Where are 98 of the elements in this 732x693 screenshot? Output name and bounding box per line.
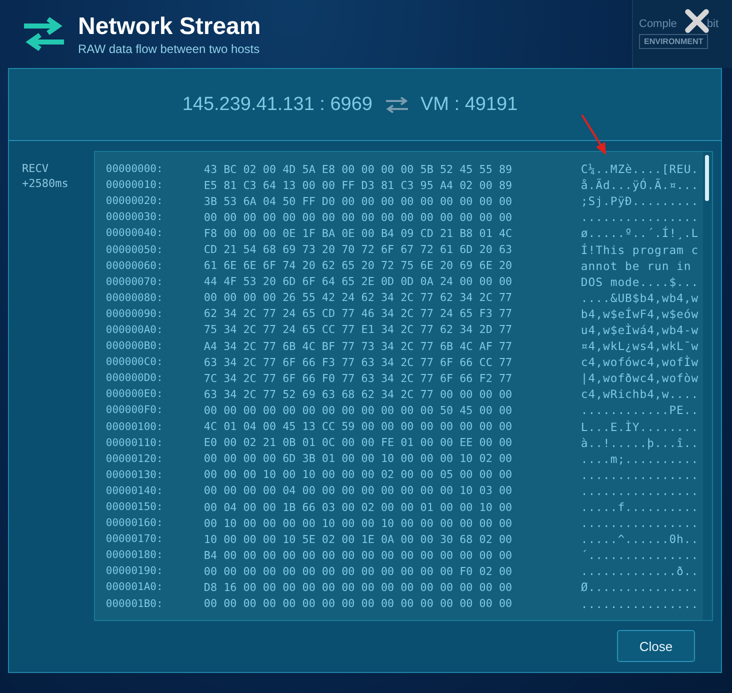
hex-bytes: 63 34 2C 77 52 69 63 68 62 34 2C 77 00 00 00 00 <box>204 388 514 401</box>
background-caption: bit <box>706 18 719 30</box>
scrollbar[interactable] <box>703 152 712 620</box>
ascii-text: ............PE.. <box>580 403 699 418</box>
hex-address: 000000A0: <box>106 324 164 336</box>
ascii-text: annot be run in <box>580 258 692 273</box>
packet-direction: RECV <box>22 161 50 176</box>
ascii-text: c4,wRichb4,w.... <box>580 387 699 402</box>
ascii-text: à..!.....þ...î.. <box>580 436 699 450</box>
ascii-text: .....f.......... <box>580 500 699 514</box>
hex-address: 00000130: <box>106 468 164 481</box>
hex-address: 00000050: <box>106 244 164 256</box>
hex-address: 00000140: <box>106 484 164 497</box>
destination-host: VM : 49191 <box>420 94 518 116</box>
hex-address: 00000110: <box>106 436 164 449</box>
swap-arrows-icon <box>22 16 66 52</box>
source-host: 145.239.41.131 : 6969 <box>182 94 372 116</box>
ascii-text: .............ð.. <box>580 564 699 578</box>
hex-address: 00000040: <box>106 227 164 240</box>
hex-bytes: 61 6E 6E 6F 74 20 62 65 20 72 75 6E 20 69 6E 20 <box>204 259 514 272</box>
hex-bytes: 00 00 00 00 00 00 00 00 00 00 00 00 00 F0 02 00 <box>204 564 514 578</box>
ascii-text: c4,wofówc4,wofÌw <box>580 355 699 370</box>
hex-address: 00000010: <box>106 179 164 192</box>
hex-address: 000000C0: <box>106 356 164 368</box>
background-caption: Comple <box>639 18 677 30</box>
ascii-text: |4,wofðwc4,wofòw <box>580 371 699 386</box>
scroll-thumb[interactable] <box>705 155 709 201</box>
hex-address: 00000070: <box>106 276 164 288</box>
ascii-text: ....m;.......... <box>580 452 699 466</box>
hex-address: 00000090: <box>106 308 164 320</box>
hex-address: 00000160: <box>106 517 164 530</box>
ascii-text: ................ <box>580 468 699 482</box>
hex-address: 000000E0: <box>106 388 164 400</box>
hex-bytes: D8 16 00 00 00 00 00 00 00 00 00 00 00 00 00 00 <box>204 580 514 594</box>
ascii-text: ................ <box>580 210 699 224</box>
hex-address: 000001B0: <box>106 598 164 610</box>
hex-bytes: 44 4F 53 20 6D 6F 64 65 2E 0D 0D 0A 24 00 00 00 <box>204 275 514 288</box>
hex-bytes: 00 00 00 00 00 00 00 00 00 00 00 00 00 00 00 00 <box>204 210 514 224</box>
hex-bytes: 00 00 00 00 6D 3B 01 00 00 10 00 00 00 10 02 00 <box>204 452 514 466</box>
ascii-text: u4,w$eÌwá4,wb4-w <box>580 322 699 337</box>
hex-bytes: 63 34 2C 77 6F 66 F3 77 63 34 2C 77 6F 66 CC 77 <box>204 356 514 369</box>
hex-bytes: A4 34 2C 77 6B 4C BF 77 73 34 2C 77 6B 4C AF 77 <box>204 340 514 353</box>
hex-address: 00000020: <box>106 195 164 208</box>
hex-address: 00000120: <box>106 452 164 465</box>
hex-address: 00000060: <box>106 260 164 272</box>
ascii-text: å.Ãd...ÿÓ.Ã.¤... <box>580 178 699 192</box>
hex-bytes: CD 21 54 68 69 73 20 70 72 6F 67 72 61 6D 20 63 <box>204 243 514 256</box>
hex-bytes: 43 BC 02 00 4D 5A E8 00 00 00 00 5B 52 45 55 89 <box>204 162 514 176</box>
hex-bytes: 00 04 00 00 1B 66 03 00 02 00 00 01 00 00 10 00 <box>204 500 514 514</box>
hex-bytes: 75 34 2C 77 24 65 CC 77 E1 34 2C 77 62 34 2D 77 <box>204 323 514 336</box>
hex-bytes: 00 00 00 00 26 55 42 24 62 34 2C 77 62 34 2C 77 <box>204 291 514 304</box>
hex-bytes: 7C 34 2C 77 6F 66 F0 77 63 34 2C 77 6F 66 F2 77 <box>204 372 514 385</box>
hex-bytes: 00 00 00 00 00 00 00 00 00 00 00 00 50 45 00 00 <box>204 404 514 417</box>
ascii-text: L...E.ÌY........ <box>580 420 699 434</box>
hex-bytes: 3B 53 6A 04 50 FF D0 00 00 00 00 00 00 00 00 00 <box>204 194 514 208</box>
ascii-text: Í!This program c <box>580 242 699 257</box>
hex-address: 00000030: <box>106 211 164 224</box>
hex-bytes: 00 00 00 00 00 00 00 00 00 00 00 00 00 00 00 00 <box>204 597 514 610</box>
hex-bytes: E5 81 C3 64 13 00 00 FF D3 81 C3 95 A4 02 00 89 <box>204 178 514 192</box>
hex-address: 00000150: <box>106 501 164 514</box>
ascii-text: DOS mode....$... <box>580 274 699 289</box>
ascii-text: ................ <box>580 516 699 530</box>
hex-address: 00000000: <box>106 163 164 176</box>
hex-bytes: F8 00 00 00 0E 1F BA 0E 00 B4 09 CD 21 B8 01 4C <box>204 226 514 240</box>
environment-tag: ENVIRONMENT <box>639 34 708 49</box>
ascii-text: ;Sj.PÿÐ......... <box>580 194 699 208</box>
ascii-text: ø.....º..´.Í!¸.L <box>580 226 699 240</box>
hex-bytes: 62 34 2C 77 24 65 CD 77 46 34 2C 77 24 65 F3 77 <box>204 307 514 320</box>
hex-bytes: 10 00 00 00 10 5E 02 00 1E 0A 00 00 30 68 02 00 <box>204 532 514 546</box>
hex-bytes: E0 00 02 21 0B 01 0C 00 00 FE 01 00 00 EE 00 00 <box>204 436 514 450</box>
hex-address: 000001A0: <box>106 581 164 594</box>
swap-arrows-icon <box>384 96 408 112</box>
hex-address: 000000D0: <box>106 372 164 384</box>
hex-address: 00000170: <box>106 533 164 546</box>
ascii-text: ¤4,wkL¿ws4,wkL¯w <box>580 339 699 354</box>
close-button[interactable]: Close <box>617 630 695 662</box>
ascii-text: C¼..MZè....[REU. <box>580 162 699 176</box>
ascii-text: b4,w$eÍwF4,w$eów <box>580 306 699 321</box>
hex-address: 00000100: <box>106 420 164 433</box>
ascii-text: Ø............... <box>580 580 699 594</box>
hex-address: 00000190: <box>106 565 164 578</box>
hex-bytes: B4 00 00 00 00 00 00 00 00 00 00 00 00 00 00 00 <box>204 548 514 562</box>
hex-address: 000000F0: <box>106 404 164 416</box>
hex-address: 000000B0: <box>106 340 164 352</box>
hex-bytes: 4C 01 04 00 45 13 CC 59 00 00 00 00 00 00 00 00 <box>204 420 514 434</box>
ascii-text: ....&UB$b4,wb4,w <box>580 290 699 305</box>
ascii-text: .....^......0h.. <box>580 532 699 546</box>
hex-address: 00000180: <box>106 549 164 562</box>
hex-address: 00000080: <box>106 292 164 304</box>
hex-bytes: 00 00 00 10 00 10 00 00 00 02 00 00 05 00 00 00 <box>204 468 514 482</box>
window-subtitle: RAW data flow between two hosts <box>78 42 261 56</box>
ascii-text: ................ <box>580 596 699 611</box>
ascii-text: ................ <box>580 484 699 498</box>
hex-bytes: 00 00 00 00 04 00 00 00 00 00 00 00 00 10 03 00 <box>204 484 514 498</box>
window-title: Network Stream <box>78 12 261 40</box>
hex-bytes: 00 10 00 00 00 00 10 00 00 10 00 00 00 00 00 00 <box>204 516 514 530</box>
ascii-text: ´............... <box>580 548 699 562</box>
packet-offset: +2580ms <box>22 176 70 191</box>
